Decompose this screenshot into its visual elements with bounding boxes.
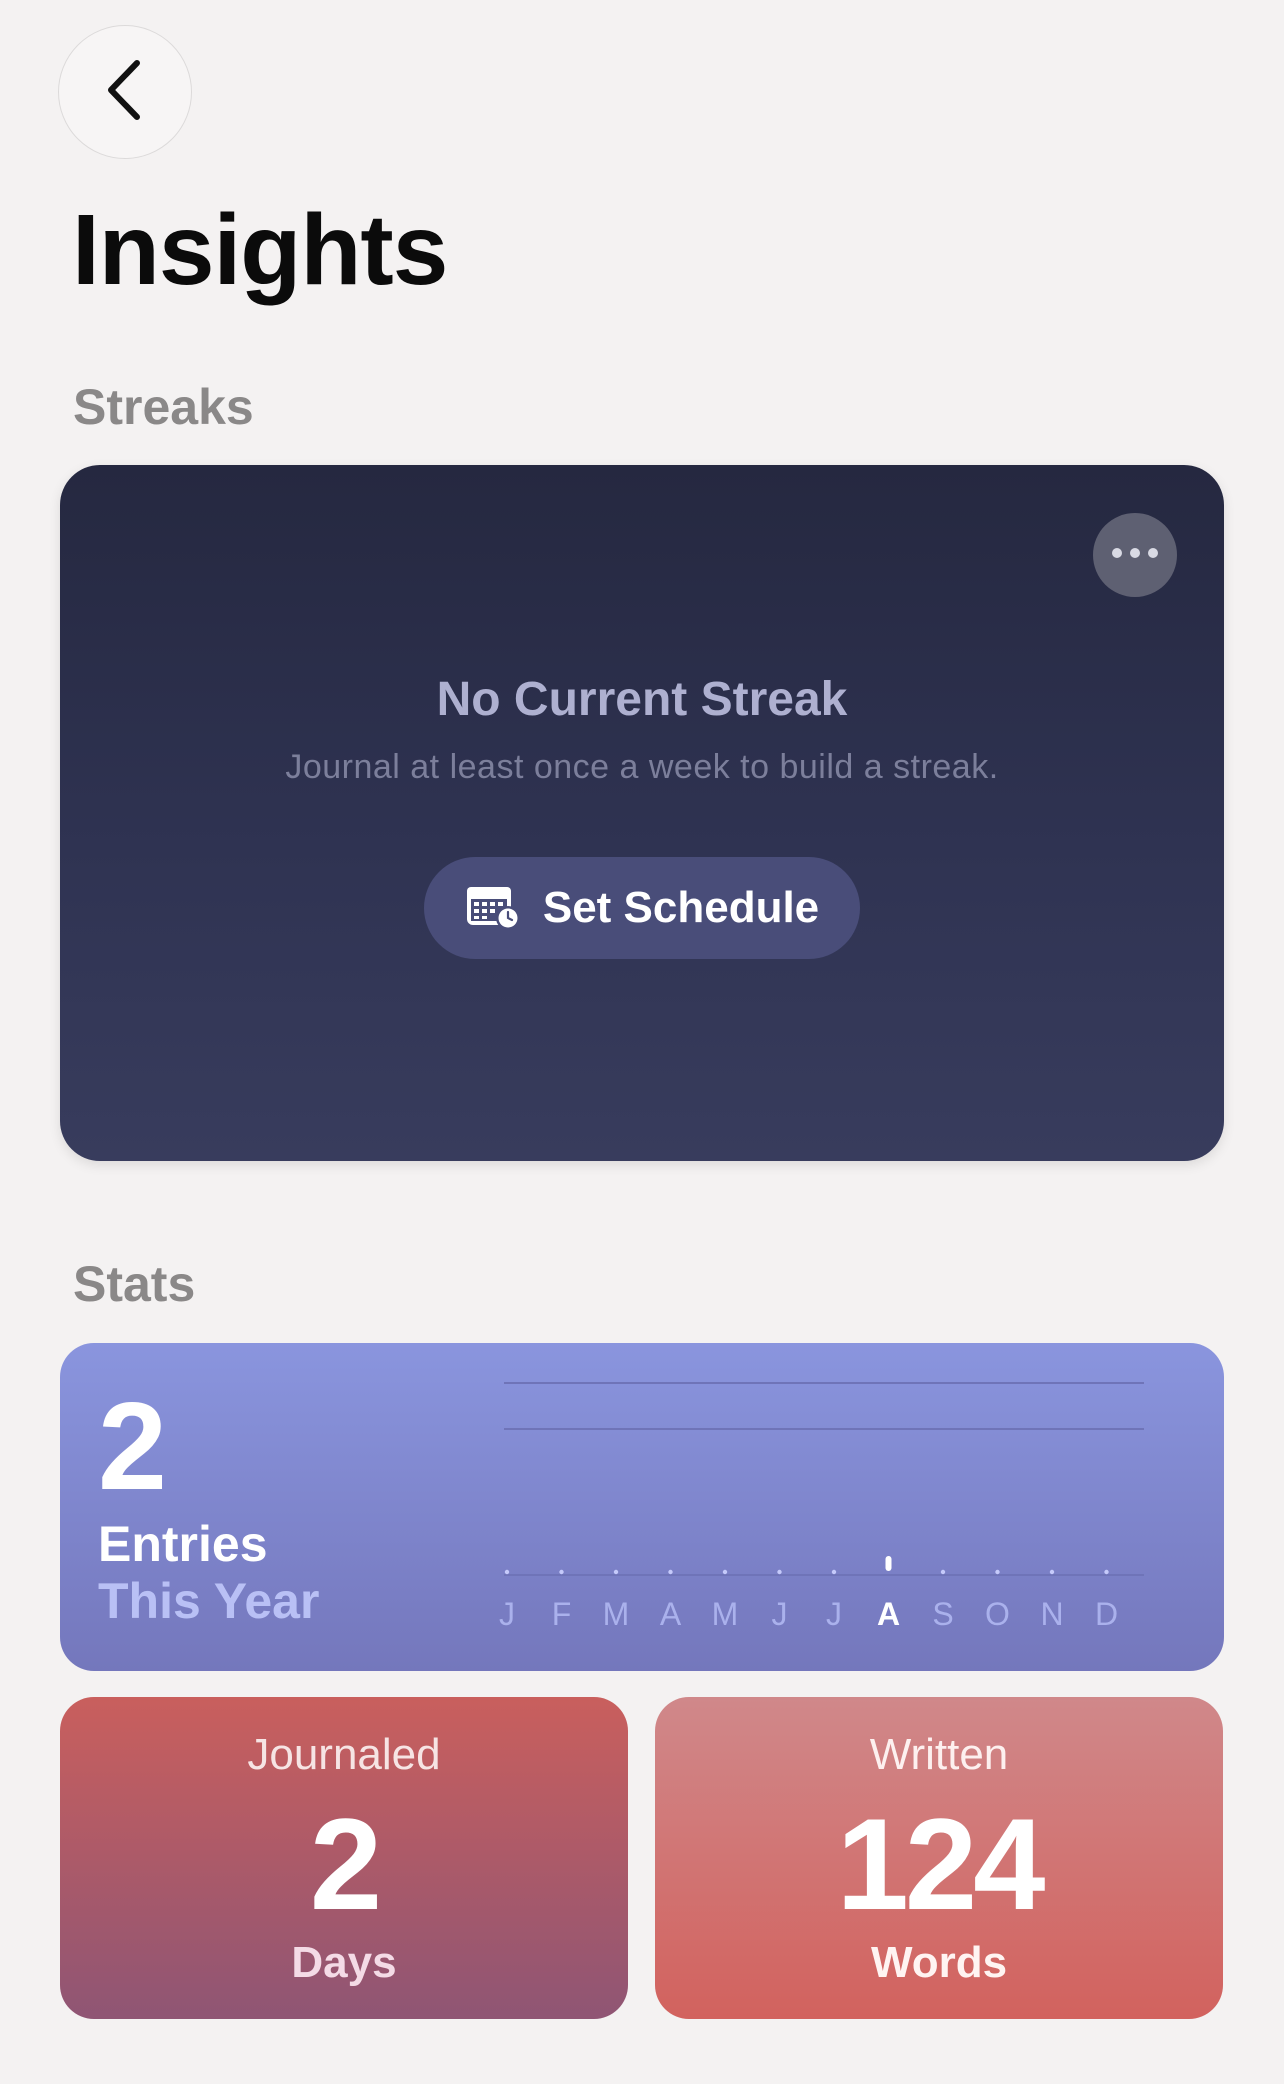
chart-month-label: J	[772, 1596, 788, 1632]
streak-subtitle: Journal at least once a week to build a …	[285, 748, 999, 786]
chart-point	[1049, 1569, 1055, 1575]
stats-section-label: Stats	[73, 1256, 196, 1312]
chart-month-label: J	[499, 1596, 515, 1632]
journaled-days-value: 2	[309, 1791, 382, 1937]
entries-this-year-card[interactable]: 2 Entries This Year JFMAMJJASOND	[60, 1343, 1224, 1671]
written-words-card[interactable]: Written 124 Words	[655, 1697, 1223, 2019]
chart-point	[1104, 1569, 1109, 1575]
calendar-clock-icon	[465, 881, 521, 936]
chart-bar	[885, 1556, 892, 1571]
chart-point	[995, 1569, 1000, 1575]
chart-month-label: N	[1040, 1596, 1063, 1632]
chart-month-label: A	[660, 1596, 682, 1632]
chart-month-label: O	[985, 1596, 1010, 1632]
chart-point	[668, 1569, 673, 1575]
set-schedule-label: Set Schedule	[542, 883, 820, 932]
chart-point	[831, 1569, 837, 1575]
chart-month-label: A	[877, 1596, 900, 1632]
chart-month-label: J	[826, 1596, 842, 1632]
page-title: Insights	[72, 194, 448, 306]
chart-month-label: S	[932, 1596, 953, 1632]
chart-month-label: F	[552, 1596, 572, 1632]
chart-point	[504, 1569, 510, 1575]
chart-month-label: M	[712, 1596, 739, 1632]
more-options-button[interactable]	[1093, 513, 1177, 597]
entries-chart: JFMAMJJASOND	[499, 1382, 1144, 1632]
ellipsis-icon	[1111, 546, 1159, 564]
chevron-left-icon	[105, 59, 145, 126]
streak-card: No Current Streak Journal at least once …	[60, 465, 1224, 1161]
back-button[interactable]	[58, 25, 192, 159]
streaks-section-label: Streaks	[73, 379, 254, 435]
chart-point	[722, 1569, 728, 1575]
chart-point	[777, 1569, 782, 1575]
chart-month-label: D	[1095, 1596, 1118, 1632]
chart-point	[613, 1569, 619, 1575]
journaled-label: Journaled	[247, 1730, 441, 1779]
written-words-value: 124	[836, 1791, 1046, 1937]
journaled-days-card[interactable]: Journaled 2 Days	[60, 1697, 628, 2019]
streak-title: No Current Streak	[436, 673, 848, 726]
written-unit: Words	[870, 1938, 1008, 1987]
journaled-unit: Days	[291, 1938, 397, 1987]
chart-month-label: M	[603, 1596, 630, 1632]
set-schedule-button[interactable]: Set Schedule	[424, 857, 860, 959]
chart-point	[940, 1569, 946, 1575]
written-label: Written	[869, 1730, 1009, 1779]
chart-point	[559, 1569, 564, 1575]
